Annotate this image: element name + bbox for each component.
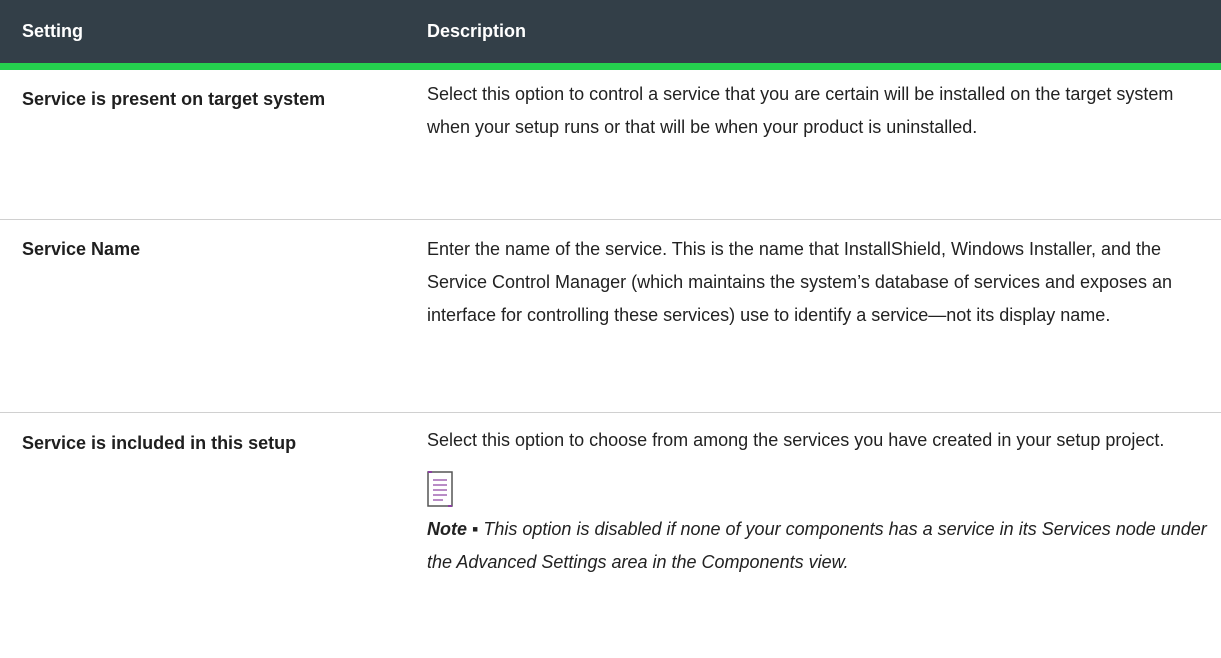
setting-description-cell: Select this option to choose from among …	[427, 424, 1221, 579]
setting-description: Select this option to choose from among …	[427, 430, 1165, 450]
setting-description: Select this option to control a service …	[427, 84, 1174, 137]
note-text: Note ▪ This option is disabled if none o…	[427, 513, 1209, 579]
header-description: Description	[427, 21, 527, 41]
note-label: Note ▪	[427, 519, 479, 539]
setting-name: Service is present on target system	[22, 89, 326, 109]
note-body: This option is disabled if none of your …	[427, 519, 1207, 572]
setting-description: Enter the name of the service. This is t…	[427, 239, 1173, 325]
table-row: Service is present on target system Sele…	[0, 70, 1221, 220]
note-icon	[427, 471, 453, 507]
table-header: Setting Description	[0, 0, 1221, 70]
settings-table: Setting Description Service is present o…	[0, 0, 1221, 579]
table-row: Service is included in this setup Select…	[0, 413, 1221, 579]
header-setting: Setting	[22, 21, 83, 41]
table-row: Service Name Enter the name of the servi…	[0, 220, 1221, 413]
setting-name: Service is included in this setup	[22, 433, 297, 453]
setting-name: Service Name	[22, 239, 141, 259]
